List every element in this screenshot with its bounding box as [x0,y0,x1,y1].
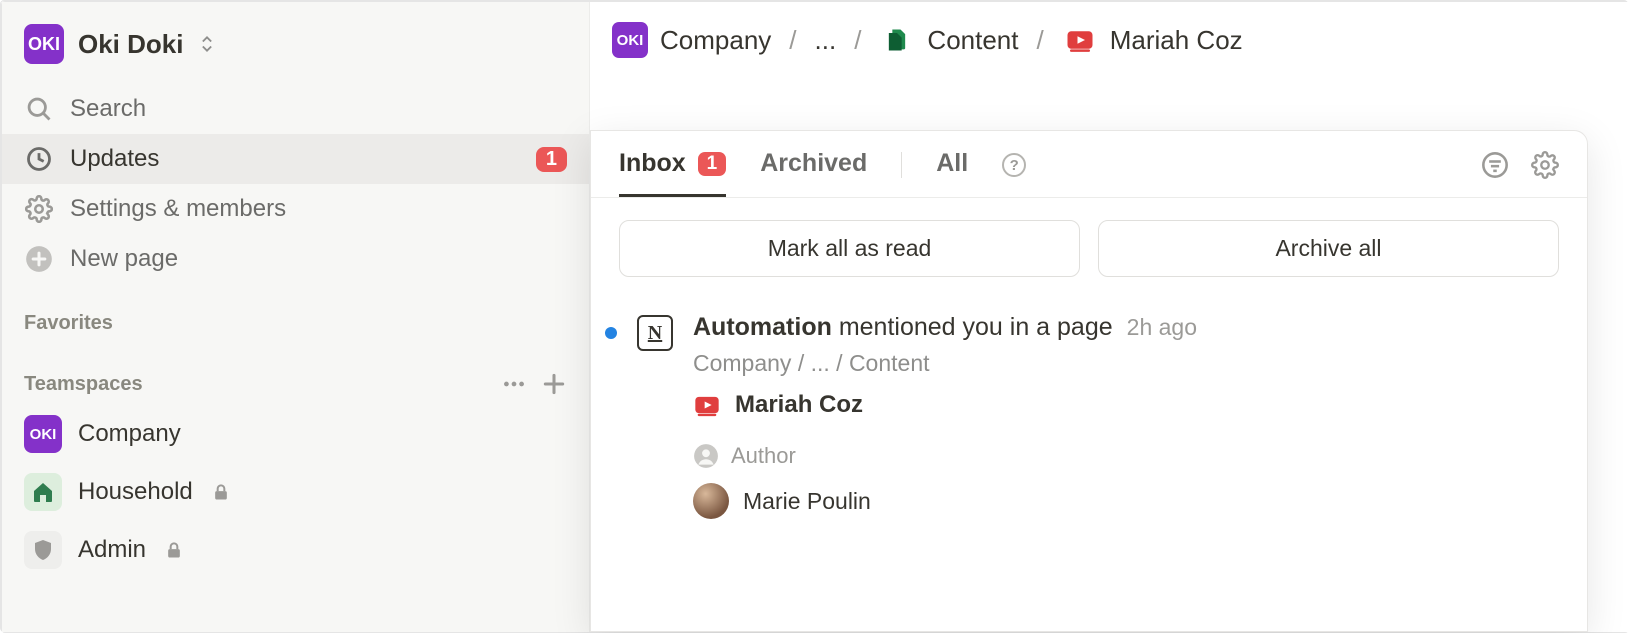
workspace-name: Oki Doki [78,29,183,60]
main-content: OKI Company / ... / Content / Mariah Coz… [590,2,1628,632]
video-icon [1062,22,1098,58]
sidebar-new-page-label: New page [70,245,178,273]
company-logo-icon: OKI [612,22,648,58]
breadcrumb-page[interactable]: Mariah Coz [1110,25,1243,56]
notion-icon: N [637,315,673,351]
notification-action: mentioned you in a page [839,313,1113,341]
search-icon [24,94,54,124]
favorites-section[interactable]: Favorites [2,284,589,343]
sidebar-search[interactable]: Search [2,84,589,134]
gear-icon [24,194,54,224]
team-admin-label: Admin [78,536,146,564]
lock-icon [164,540,184,560]
tab-inbox-label: Inbox [619,149,686,178]
tab-divider [901,152,902,178]
avatar [693,483,729,519]
notification-page-link[interactable]: Mariah Coz [693,391,1559,419]
house-icon [24,473,62,511]
team-company-label: Company [78,420,181,448]
notification-item[interactable]: N Automation mentioned you in a page 2h … [591,299,1587,519]
notification-body: Automation mentioned you in a page 2h ag… [693,313,1559,519]
sidebar-updates-label: Updates [70,145,159,173]
settings-icon[interactable] [1531,151,1559,179]
plus-icon[interactable] [541,371,567,397]
sidebar-settings[interactable]: Settings & members [2,184,589,234]
lock-icon [211,482,231,502]
shield-icon [24,531,62,569]
person-icon [693,443,719,469]
sidebar: OKI Oki Doki Search Updates 1 Settings &… [2,2,590,632]
breadcrumb-sep: / [783,25,802,56]
breadcrumb-company[interactable]: Company [660,25,771,56]
notification-meta: Author [693,443,1559,469]
breadcrumb: OKI Company / ... / Content / Mariah Coz [590,2,1628,78]
tab-archived[interactable]: Archived [760,149,867,197]
panel-buttons: Mark all as read Archive all [591,198,1587,299]
updates-badge: 1 [536,147,567,172]
notification-title: Automation mentioned you in a page 2h ag… [693,313,1559,342]
workspace-logo: OKI [24,24,64,64]
more-icon[interactable] [501,371,527,397]
sidebar-new-page[interactable]: New page [2,234,589,284]
plus-circle-icon [24,244,54,274]
sidebar-updates[interactable]: Updates 1 [2,134,589,184]
help-icon[interactable]: ? [1002,153,1026,177]
notification-breadcrumb: Company / ... / Content [693,350,1559,377]
tab-all[interactable]: All [936,149,968,197]
team-household-label: Household [78,478,193,506]
updates-panel: Inbox 1 Archived All ? [590,130,1588,632]
tab-inbox[interactable]: Inbox 1 [619,149,726,197]
files-icon [879,22,915,58]
archive-all-button[interactable]: Archive all [1098,220,1559,277]
workspace-switcher[interactable]: OKI Oki Doki [2,18,589,84]
breadcrumb-ellipsis[interactable]: ... [815,25,837,56]
clock-icon [24,144,54,174]
filter-icon[interactable] [1481,151,1509,179]
tab-inbox-badge: 1 [698,152,727,176]
notification-time: 2h ago [1127,314,1197,341]
notification-page-name: Mariah Coz [735,391,863,419]
teamspaces-section: Teamspaces [2,343,589,405]
favorites-label: Favorites [24,312,113,335]
breadcrumb-sep: / [1031,25,1050,56]
company-logo-icon: OKI [24,415,62,453]
breadcrumb-sep: / [848,25,867,56]
notification-meta-label: Author [731,443,796,469]
updates-tabs: Inbox 1 Archived All ? [591,131,1587,198]
mark-all-read-button[interactable]: Mark all as read [619,220,1080,277]
sidebar-search-label: Search [70,95,146,123]
expand-icon [197,34,217,54]
breadcrumb-content[interactable]: Content [927,25,1018,56]
unread-dot-icon [605,327,617,339]
teamspaces-label: Teamspaces [24,373,143,396]
notification-author-name: Marie Poulin [743,488,871,515]
notification-actor: Automation [693,313,832,341]
tab-all-label: All [936,149,968,178]
video-icon [693,391,721,419]
sidebar-settings-label: Settings & members [70,195,286,223]
team-admin[interactable]: Admin [2,521,589,579]
tab-archived-label: Archived [760,149,867,178]
team-company[interactable]: OKI Company [2,405,589,463]
team-household[interactable]: Household [2,463,589,521]
notification-author: Marie Poulin [693,483,1559,519]
